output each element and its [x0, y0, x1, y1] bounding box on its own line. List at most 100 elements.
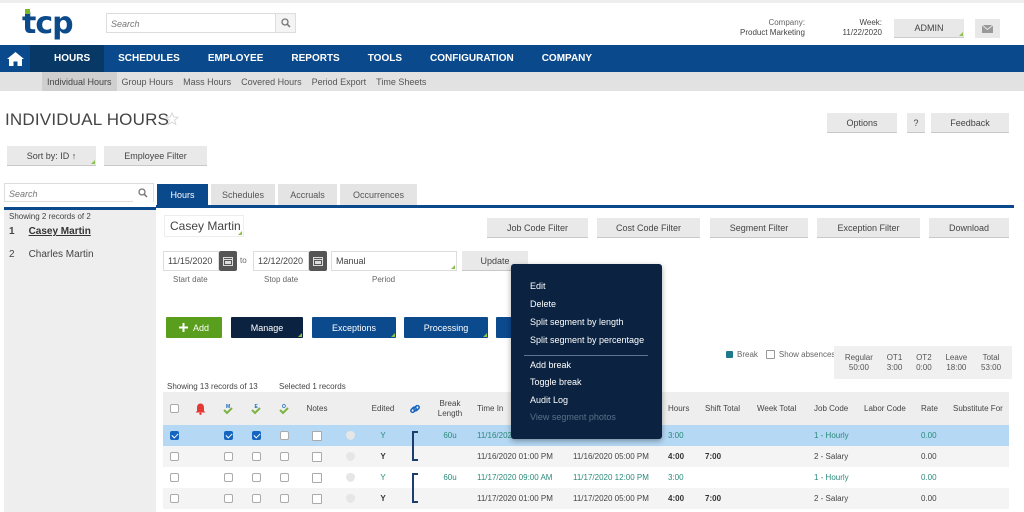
tab-hours[interactable]: Hours [157, 184, 208, 205]
employee-name-link[interactable]: Charles Martin [29, 249, 94, 260]
e-checkbox[interactable] [245, 425, 267, 446]
subnav-covered-hours[interactable]: Covered Hours [236, 72, 307, 91]
employee-search-button[interactable] [133, 184, 153, 202]
menu-item-split-by-length[interactable]: Split segment by length [530, 317, 624, 327]
m-checkbox[interactable] [217, 425, 239, 446]
tab-accruals[interactable]: Accruals [278, 184, 337, 205]
options-button[interactable]: Options [827, 113, 897, 133]
segment-filter-button[interactable]: Segment Filter [710, 218, 808, 238]
show-absences-checkbox[interactable] [765, 350, 775, 359]
employee-list-item[interactable]: 2 Charles Martin [9, 249, 94, 260]
subnav-period-export[interactable]: Period Export [307, 72, 372, 91]
selected-employee-name[interactable]: Casey Martin [164, 215, 244, 237]
row-select-checkbox[interactable] [163, 425, 185, 446]
total-leave: Leave 18:00 [945, 352, 968, 372]
subnav-time-sheets[interactable]: Time Sheets [371, 72, 431, 91]
global-search[interactable] [106, 13, 296, 33]
menu-item-audit-log[interactable]: Audit Log [530, 395, 568, 405]
notes-icon[interactable] [299, 467, 335, 488]
global-search-button[interactable] [275, 14, 295, 32]
substitute-for-cell [953, 446, 1009, 467]
notes-icon[interactable] [299, 425, 335, 446]
start-date-picker[interactable] [219, 251, 237, 271]
employee-search[interactable] [4, 183, 154, 203]
employee-list-item[interactable]: 1 Casey Martin [9, 226, 91, 237]
employee-name-link[interactable]: Casey Martin [29, 226, 91, 237]
home-button[interactable] [0, 45, 30, 72]
job-code-cell: 2 - Salary [814, 451, 849, 461]
notes-icon[interactable] [299, 488, 335, 509]
week-total-cell [757, 446, 807, 467]
m-checkbox[interactable] [217, 446, 239, 467]
period-select[interactable]: Manual [331, 251, 457, 271]
start-date-input[interactable]: 11/15/2020 [163, 251, 219, 271]
tab-occurrences[interactable]: Occurrences [340, 184, 417, 205]
nav-schedules[interactable]: SCHEDULES [104, 45, 194, 72]
row-select-checkbox[interactable] [163, 446, 185, 467]
edited-cell: Y [380, 493, 386, 503]
table-row[interactable]: Y 11/17/2020 01:00 PM 11/17/2020 05:00 PM 4… [163, 487, 1009, 509]
row-select-checkbox[interactable] [163, 467, 185, 488]
search-icon [138, 188, 148, 198]
stop-date-label: Stop date [264, 275, 299, 284]
nav-hours[interactable]: HOURS [30, 45, 105, 72]
row-select-checkbox[interactable] [163, 488, 185, 509]
admin-user-button[interactable]: ADMIN [894, 19, 964, 38]
feedback-button[interactable]: Feedback [931, 113, 1009, 133]
sort-button[interactable]: Sort by: ID ↑ [7, 146, 96, 166]
download-button[interactable]: Download [929, 218, 1009, 238]
time-out-cell: 11/17/2020 05:00 PM [573, 493, 649, 503]
e-checkbox[interactable] [245, 488, 267, 509]
favorite-star[interactable] [164, 111, 180, 131]
table-row[interactable]: Y 11/16/2020 01:00 PM 11/16/2020 05:00 PM 4… [163, 445, 1009, 467]
shift-total-cell [705, 425, 755, 446]
e-checkbox[interactable] [245, 467, 267, 488]
tcp-logo[interactable]: tcp [22, 6, 74, 41]
nav-tools[interactable]: TOOLS [354, 45, 416, 72]
dropdown-corner-icon [483, 333, 487, 337]
employee-search-input[interactable] [5, 185, 131, 203]
subnav-individual-hours[interactable]: Individual Hours [42, 72, 117, 91]
m-checkbox[interactable] [217, 488, 239, 509]
alert-column-header [189, 392, 211, 425]
m-checkbox[interactable] [217, 467, 239, 488]
shift-total-column-header: Shift Total [705, 403, 740, 413]
employee-filter-button[interactable]: Employee Filter [104, 146, 207, 166]
subnav-mass-hours[interactable]: Mass Hours [178, 72, 236, 91]
o-checkbox[interactable] [273, 467, 295, 488]
menu-item-delete[interactable]: Delete [530, 299, 556, 309]
total-regular: Regular 50:00 [844, 352, 873, 372]
menu-item-add-break[interactable]: Add break [530, 360, 571, 370]
notes-icon[interactable] [299, 446, 335, 467]
job-code-filter-button[interactable]: Job Code Filter [487, 218, 588, 238]
messages-button[interactable] [975, 19, 1000, 38]
add-button[interactable]: Add [166, 317, 222, 338]
subnav-group-hours[interactable]: Group Hours [117, 72, 179, 91]
nav-reports[interactable]: REPORTS [277, 45, 353, 72]
o-checkbox[interactable] [273, 446, 295, 467]
company-value: Product Marketing [740, 28, 805, 37]
global-search-input[interactable] [107, 15, 275, 33]
menu-item-toggle-break[interactable]: Toggle break [530, 377, 582, 387]
exceptions-button[interactable]: Exceptions [312, 317, 396, 338]
nav-employee[interactable]: EMPLOYEE [194, 45, 278, 72]
period-value: Manual [336, 256, 366, 266]
processing-button[interactable]: Processing [404, 317, 488, 338]
nav-company[interactable]: COMPANY [528, 45, 606, 72]
manage-button[interactable]: Manage [231, 317, 303, 338]
exception-filter-button[interactable]: Exception Filter [817, 218, 920, 238]
menu-item-edit[interactable]: Edit [530, 281, 546, 291]
employee-number: 2 [9, 249, 15, 260]
help-button[interactable]: ? [907, 113, 925, 133]
o-checkbox[interactable] [273, 488, 295, 509]
menu-item-split-by-percentage[interactable]: Split segment by percentage [530, 335, 644, 345]
select-all-checkbox[interactable] [163, 392, 185, 425]
e-checkbox[interactable] [245, 446, 267, 467]
table-row[interactable]: Y 60u 11/17/2020 09:00 AM 11/17/2020 12:00 … [163, 467, 1009, 489]
tab-schedules[interactable]: Schedules [211, 184, 275, 205]
stop-date-picker[interactable] [309, 251, 327, 271]
o-checkbox[interactable] [273, 425, 295, 446]
cost-code-filter-button[interactable]: Cost Code Filter [597, 218, 700, 238]
stop-date-input[interactable]: 12/12/2020 [253, 251, 309, 271]
nav-configuration[interactable]: CONFIGURATION [416, 45, 528, 72]
